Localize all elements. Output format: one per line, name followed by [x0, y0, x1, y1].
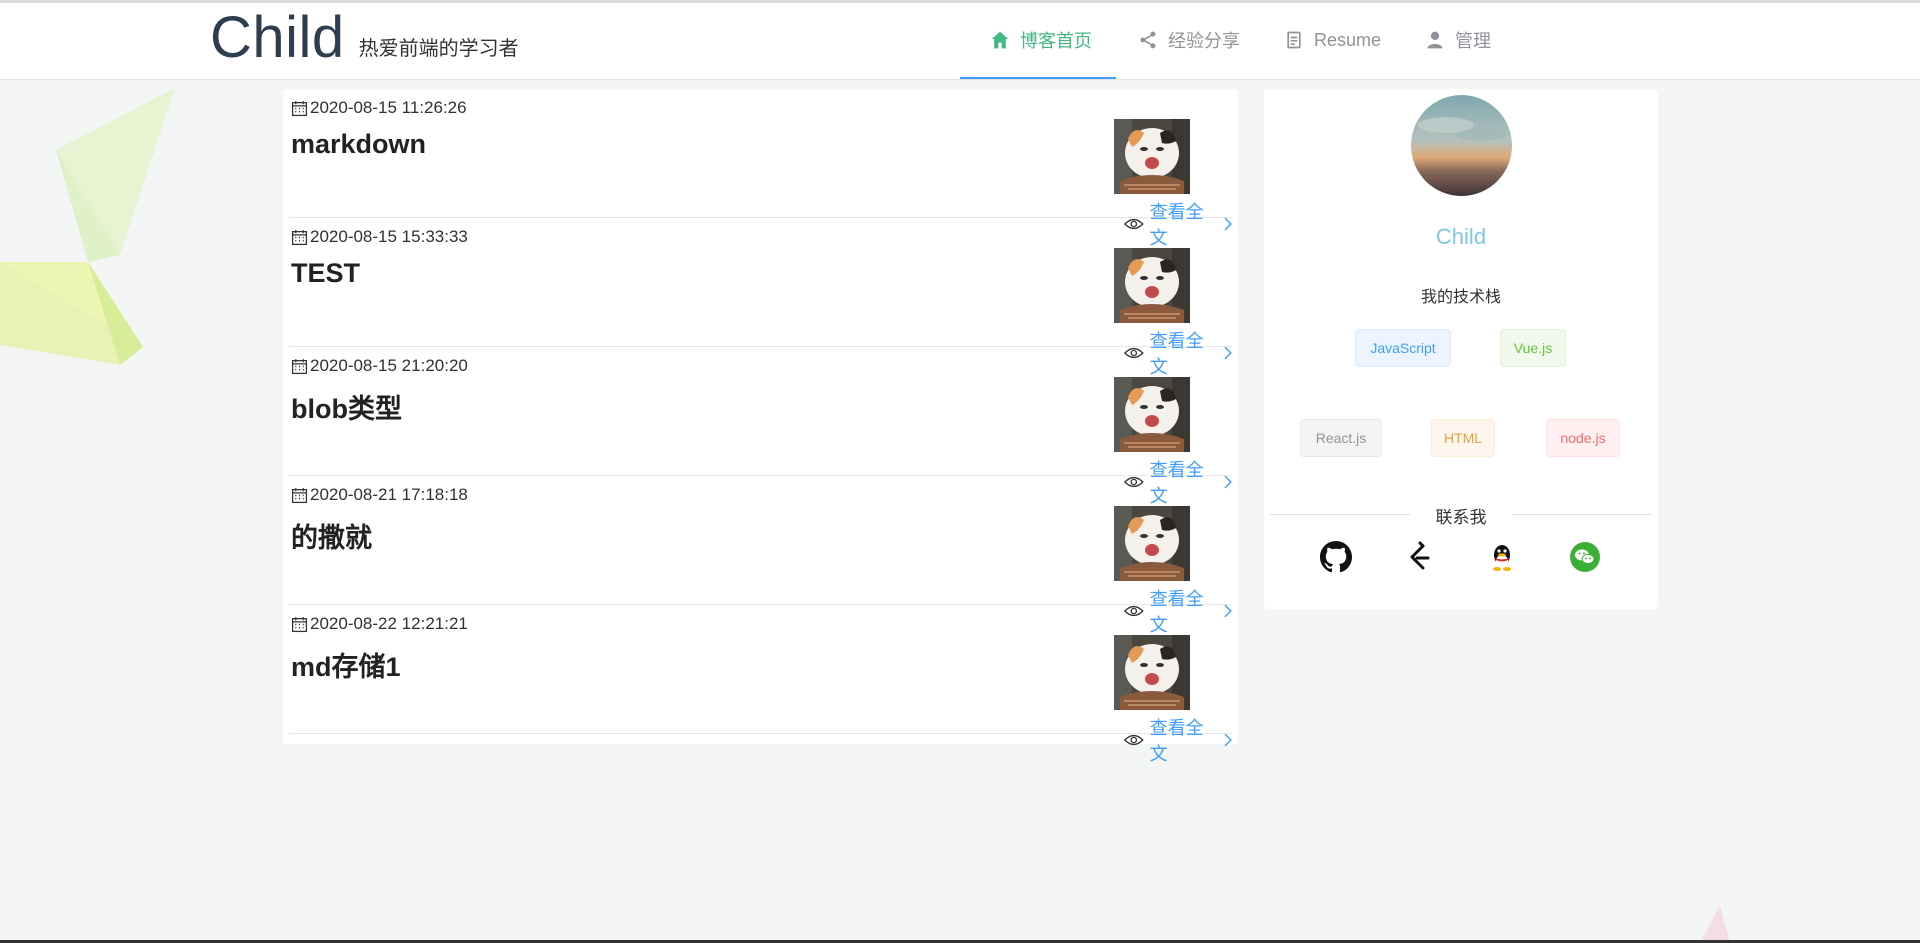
post-title[interactable]: blob类型	[291, 387, 402, 426]
profile-name: Child	[1435, 224, 1487, 249]
post-date-text: 2020-08-15 15:33:33	[310, 227, 468, 246]
post-item[interactable]: 2020-08-15 11:26:26 markdown 查看全文	[289, 89, 1232, 248]
nav-label-home: 博客首页	[1020, 31, 1092, 51]
post-thumbnail[interactable]	[1114, 377, 1190, 452]
post-date: 2020-08-15 11:26:26	[291, 98, 467, 118]
chevron-right-icon	[1224, 733, 1232, 747]
tag-reactjs[interactable]: React.js	[1300, 419, 1382, 457]
post-list: 2020-08-15 11:26:26 markdown 查看全文 2020-0…	[283, 89, 1238, 764]
tag-html[interactable]: HTML	[1431, 419, 1495, 457]
nav-label-admin: 管理	[1455, 31, 1492, 51]
post-item[interactable]: 2020-08-15 15:33:33 TEST 查看全文	[289, 218, 1232, 377]
calendar-icon	[291, 487, 308, 503]
brand-name[interactable]: Child	[210, 5, 345, 71]
profile-card: Child 我的技术栈 JavaScript Vue.js React.js H…	[1264, 89, 1658, 609]
read-more-link[interactable]: 查看全文	[1124, 714, 1232, 766]
post-date: 2020-08-15 21:20:20	[291, 356, 468, 376]
nav-item-home[interactable]: 博客首页	[960, 3, 1116, 79]
post-item[interactable]: 2020-08-21 17:18:18 的撒就 查看全文	[289, 476, 1232, 635]
avatar	[1411, 95, 1512, 196]
nav-label-resume: Resume	[1314, 29, 1382, 50]
post-date-text: 2020-08-21 17:18:18	[310, 485, 468, 504]
post-title[interactable]: 的撒就	[291, 516, 372, 555]
qq-icon[interactable]	[1486, 541, 1518, 573]
brand[interactable]: Child 热爱前端的学习者	[210, 5, 519, 71]
main-nav: 博客首页 经验分享 Resume 管理	[960, 3, 1513, 79]
calendar-icon	[291, 616, 308, 632]
post-thumbnail[interactable]	[1114, 119, 1190, 194]
post-item[interactable]: 2020-08-22 12:21:21 md存储1 查看全文	[289, 605, 1232, 764]
post-date: 2020-08-15 15:33:33	[291, 227, 468, 247]
post-item[interactable]: 2020-08-15 21:20:20 blob类型 查看全文	[289, 347, 1232, 506]
nav-item-resume[interactable]: Resume	[1262, 3, 1403, 79]
post-date-text: 2020-08-22 12:21:21	[310, 614, 468, 633]
tag-nodejs[interactable]: node.js	[1546, 419, 1620, 457]
home-icon	[991, 31, 1009, 49]
nav-item-share[interactable]: 经验分享	[1116, 3, 1262, 79]
tag-javascript[interactable]: JavaScript	[1355, 329, 1451, 367]
wechat-icon[interactable]	[1569, 541, 1601, 573]
user-icon	[1427, 31, 1443, 49]
post-title[interactable]: md存储1	[291, 645, 401, 684]
eye-icon	[1124, 734, 1144, 746]
calendar-icon	[291, 229, 308, 245]
post-date: 2020-08-22 12:21:21	[291, 614, 468, 634]
nav-item-admin[interactable]: 管理	[1403, 3, 1513, 79]
contact-title: 联系我	[1435, 508, 1487, 527]
nav-label-share: 经验分享	[1168, 31, 1240, 51]
top-navbar: Child 热爱前端的学习者 博客首页 经验分享 Resume 管理	[0, 3, 1920, 80]
post-title[interactable]: markdown	[291, 129, 426, 160]
post-thumbnail[interactable]	[1114, 506, 1190, 581]
tag-vuejs[interactable]: Vue.js	[1500, 329, 1566, 367]
post-title[interactable]: TEST	[291, 258, 360, 289]
document-icon	[1287, 31, 1301, 49]
post-date-text: 2020-08-15 21:20:20	[310, 356, 468, 375]
calendar-icon	[291, 100, 308, 116]
read-more-label: 查看全文	[1149, 718, 1204, 764]
post-date-text: 2020-08-15 11:26:26	[310, 98, 467, 117]
post-thumbnail[interactable]	[1114, 248, 1190, 323]
post-date: 2020-08-21 17:18:18	[291, 485, 468, 505]
leetcode-icon[interactable]	[1403, 541, 1435, 573]
calendar-icon	[291, 358, 308, 374]
brand-tagline: 热爱前端的学习者	[358, 38, 519, 60]
post-thumbnail[interactable]	[1114, 635, 1190, 710]
github-icon[interactable]	[1320, 541, 1352, 573]
share-icon	[1140, 31, 1156, 49]
tech-stack-title: 我的技术栈	[1420, 289, 1501, 306]
